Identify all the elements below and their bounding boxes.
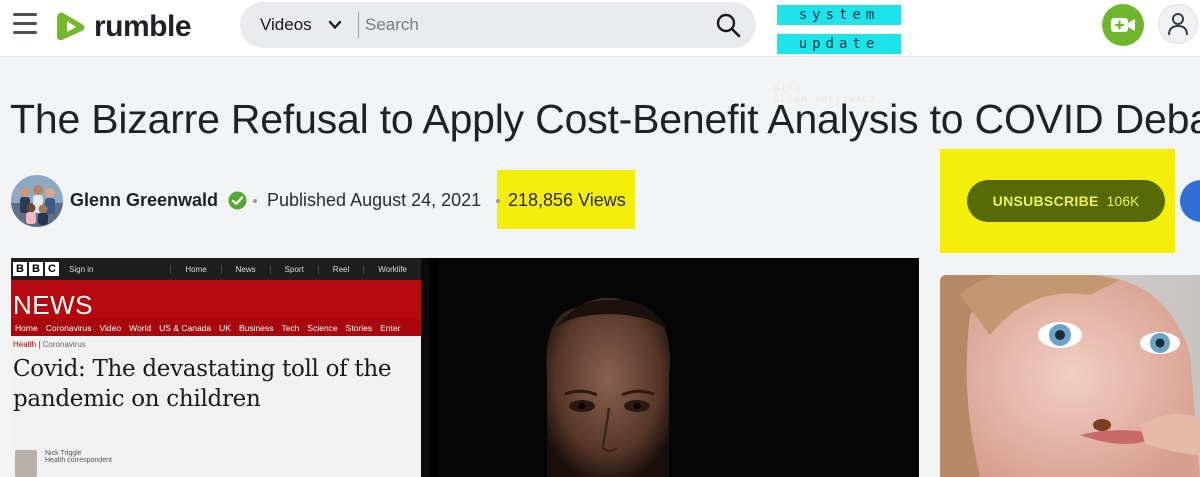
related-video-thumbnail[interactable]	[940, 275, 1200, 477]
search-icon	[716, 13, 741, 38]
bbc-logo-letter: B	[29, 262, 43, 276]
bbc-menu-item: Stories	[345, 322, 373, 333]
bbc-sign-in: Sign in	[69, 264, 94, 274]
system-update-overlay-bottom: update	[777, 34, 901, 54]
bbc-news-banner: NEWS Home Coronavirus Video World US & C…	[11, 280, 421, 336]
search-type-select[interactable]: Videos	[240, 2, 358, 48]
bbc-headline-line: Covid: The devastating toll of the	[13, 356, 392, 382]
bbc-crumb-sub: Coronavirus	[42, 340, 86, 349]
host-video-frame	[437, 258, 919, 477]
account-button[interactable]	[1158, 4, 1198, 44]
view-count: 218,856 Views	[508, 190, 626, 210]
upload-video-button[interactable]	[1102, 4, 1144, 46]
bbc-menu-item: Science	[307, 322, 338, 333]
channel-name[interactable]: Glenn Greenwald	[70, 190, 218, 211]
search-bar: Videos	[240, 2, 756, 48]
host-credit-overlay: WITH GLENN GREENWALD.	[774, 84, 883, 106]
subscriber-count: 106K	[1106, 193, 1140, 209]
bbc-menu-item: Home	[15, 322, 38, 333]
bbc-menu-item: Business	[238, 322, 274, 333]
rant-button[interactable]	[1180, 180, 1200, 222]
bbc-nav-item: News	[220, 264, 270, 274]
bbc-logo-letter: C	[45, 262, 59, 276]
published-date: Published August 24, 2021	[267, 190, 482, 210]
bbc-menu-item: World	[129, 322, 152, 333]
bbc-author-photo	[15, 450, 37, 477]
bbc-logo-letter: B	[13, 262, 27, 276]
bbc-menu-item: Video	[99, 322, 122, 333]
bbc-menu-item: US & Canada	[159, 322, 212, 333]
channel-avatar-image	[11, 175, 63, 227]
bbc-menu-item: Coronavirus	[45, 322, 92, 333]
bbc-nav-item: Sport	[269, 264, 318, 274]
bbc-nav: Home News Sport Reel Worklife	[170, 264, 421, 274]
user-icon	[1168, 13, 1188, 36]
menu-icon[interactable]	[13, 13, 37, 37]
chevron-down-icon	[328, 20, 341, 30]
bbc-crumb-main: Health	[13, 340, 37, 349]
bbc-news-title: NEWS	[13, 290, 93, 320]
bbc-nav-item: Worklife	[363, 264, 421, 274]
search-type-label: Videos	[260, 15, 312, 34]
bbc-menu-item: UK	[219, 322, 231, 333]
system-update-overlay-top: system	[777, 5, 901, 25]
unsubscribe-button[interactable]: UNSUBSCRIBE 106K	[967, 180, 1165, 222]
bbc-headline: Covid: The devastating toll of the pande…	[11, 352, 421, 414]
overlay-with-text: WITH	[774, 84, 802, 94]
bbc-nav-item: Reel	[317, 264, 363, 274]
bbc-headline-line: pandemic on children	[13, 386, 261, 412]
top-bar: rumble Videos	[0, 0, 1200, 57]
bbc-menu-item: Tech	[281, 322, 300, 333]
rumble-logo[interactable]: rumble	[54, 8, 192, 46]
verified-check-icon	[228, 191, 247, 210]
video-camera-plus-icon	[1111, 18, 1135, 32]
bbc-menu: Home Coronavirus Video World US & Canada…	[11, 319, 421, 336]
channel-avatar[interactable]	[11, 175, 63, 227]
bbc-author-role: Health correspondent	[45, 457, 112, 464]
video-player[interactable]: B B C Sign in Home News Sport Reel Workl…	[11, 258, 919, 477]
bbc-logo: B B C	[13, 262, 59, 276]
unsubscribe-label: UNSUBSCRIBE	[992, 193, 1099, 209]
bbc-author-name: Nick Triggle	[45, 450, 82, 457]
search-button[interactable]	[700, 2, 756, 48]
separator-dot	[496, 199, 500, 203]
rumble-logo-icon	[57, 12, 85, 41]
overlay-host-text: GLENN GREENWALD.	[774, 95, 884, 105]
bbc-top-bar: B B C Sign in Home News Sport Reel Workl…	[11, 258, 421, 280]
bbc-article-panel: B B C Sign in Home News Sport Reel Workl…	[11, 258, 429, 477]
separator-dot	[253, 199, 257, 203]
bbc-author: Nick Triggle Health correspondent	[15, 450, 112, 477]
video-title: The Bizarre Refusal to Apply Cost-Benefi…	[10, 96, 1200, 142]
bbc-menu-item: Enter	[380, 322, 401, 333]
bbc-nav-item: Home	[170, 264, 220, 274]
bbc-breadcrumb: Health | Coronavirus	[13, 340, 86, 349]
logo-text: rumble	[94, 10, 192, 43]
search-input[interactable]	[359, 2, 700, 48]
